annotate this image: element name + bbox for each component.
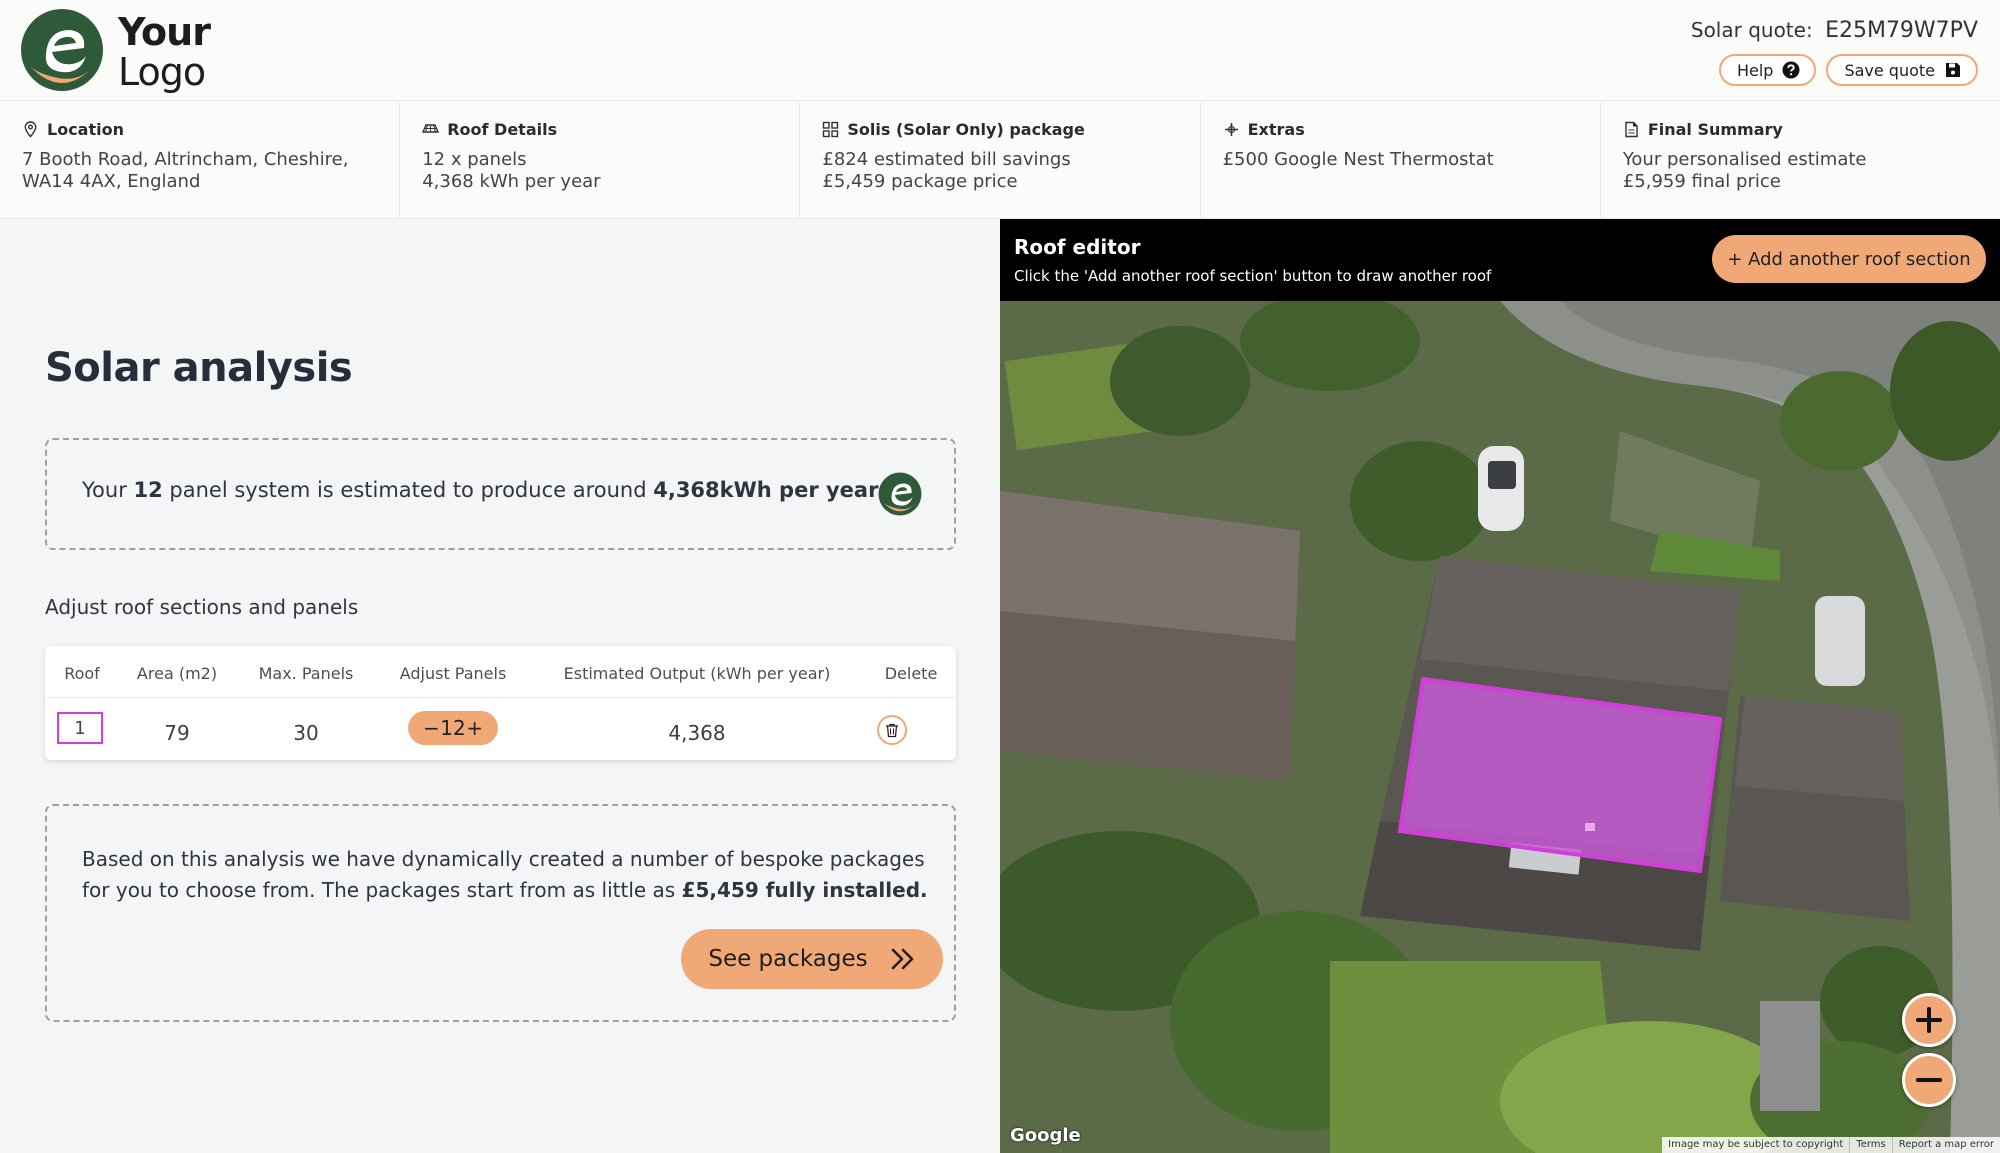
header-actions: Help Save quote xyxy=(1718,54,1978,86)
col-adjust-panels: Adjust Panels xyxy=(399,664,507,683)
save-quote-button[interactable]: Save quote xyxy=(1826,54,1978,86)
floppy-disk-icon xyxy=(1946,63,1960,77)
step-location-title: Location xyxy=(47,120,124,139)
copyright-notice: Image may be subject to copyright xyxy=(1668,1139,1844,1150)
table-header: Roof Area (m2) Max. Panels Adjust Panels… xyxy=(45,646,956,698)
question-circle-icon xyxy=(1782,61,1800,79)
step-location-line-2: WA14 4AX, England xyxy=(22,171,201,192)
logo-line-2: Logo xyxy=(118,50,206,94)
cell-max-panels: 30 xyxy=(293,721,319,745)
roof-icon xyxy=(422,124,440,133)
step-package[interactable]: Solis (Solar Only) package £824 estimate… xyxy=(800,102,1201,218)
panel-count-value: 12 xyxy=(440,716,466,740)
zoom-in-button[interactable] xyxy=(1902,993,1956,1047)
step-location-line-1: 7 Booth Road, Altrincham, Cheshire, xyxy=(22,149,349,170)
document-icon xyxy=(1625,121,1638,138)
zoom-out-button[interactable] xyxy=(1902,1053,1956,1107)
estimate-output: 4,368kWh per year xyxy=(653,478,879,502)
help-label: Help xyxy=(1736,60,1774,80)
delete-roof-button[interactable] xyxy=(877,715,907,745)
save-quote-label: Save quote xyxy=(1844,60,1935,80)
page-title: Solar analysis xyxy=(45,345,353,391)
logo-e-icon xyxy=(21,9,103,91)
col-delete: Delete xyxy=(884,664,938,683)
step-final-summary-line-2: £5,959 final price xyxy=(1622,171,1781,192)
increase-panels-button[interactable]: + xyxy=(466,716,483,740)
step-package-title: Solis (Solar Only) package xyxy=(847,120,1085,139)
quote-code: E25M79W7PV xyxy=(1825,18,1978,43)
step-package-line-1: £824 estimated bill savings xyxy=(822,149,1071,170)
report-map-error-link[interactable]: Report a map error xyxy=(1891,1137,2000,1153)
decrease-panels-button[interactable]: − xyxy=(423,716,440,740)
col-max-panels: Max. Panels xyxy=(258,664,354,683)
roof-editor-instructions: Click the 'Add another roof section' but… xyxy=(1014,267,1492,285)
location-pin-icon xyxy=(24,121,37,138)
step-roof-details-title: Roof Details xyxy=(447,120,558,139)
roof-sections-table: Roof Area (m2) Max. Panels Adjust Panels… xyxy=(45,646,956,760)
grid-icon xyxy=(823,121,839,138)
roof-number-field[interactable]: 1 xyxy=(57,712,103,744)
google-watermark: Google xyxy=(1010,1125,1081,1146)
see-packages-label: See packages xyxy=(708,946,868,972)
col-area: Area (m2) xyxy=(136,664,218,683)
col-estimated-output: Estimated Output (kWh per year) xyxy=(563,664,831,683)
packages-start-price: £5,459 fully installed. xyxy=(681,878,928,902)
logo-line-1: Your xyxy=(118,10,211,54)
step-final-summary[interactable]: Final Summary Your personalised estimate… xyxy=(1601,102,2000,218)
progress-steps: Location 7 Booth Road, Altrincham, Chesh… xyxy=(0,102,2000,219)
map-attribution: Image may be subject to copyright Terms … xyxy=(1662,1137,2000,1153)
add-roof-section-button[interactable]: + Add another roof section xyxy=(1712,235,1986,283)
app-header: Your Logo Solar quote: E25M79W7PV Help S… xyxy=(0,0,2000,101)
quote-reference: Solar quote: E25M79W7PV xyxy=(1691,18,1978,43)
trash-icon xyxy=(886,723,898,738)
step-extras-line-1: £500 Google Nest Thermostat xyxy=(1222,149,1494,170)
step-package-line-2: £5,459 package price xyxy=(822,171,1018,192)
roof-editor-title: Roof editor xyxy=(1014,235,1141,259)
step-final-summary-title: Final Summary xyxy=(1647,120,1783,139)
panel-stepper: − 12 + xyxy=(408,711,498,745)
see-packages-button[interactable]: See packages xyxy=(681,929,943,989)
satellite-map[interactable] xyxy=(1000,301,2000,1153)
logo-e-icon xyxy=(878,472,922,516)
cell-area: 79 xyxy=(164,721,190,745)
step-extras-title: Extras xyxy=(1247,120,1305,139)
col-roof: Roof xyxy=(64,664,100,683)
terms-link[interactable]: Terms xyxy=(1849,1137,1891,1153)
roof-editor-bar: Roof editor Click the 'Add another roof … xyxy=(1000,219,2000,301)
step-extras[interactable]: Extras £500 Google Nest Thermostat xyxy=(1201,102,1601,218)
help-button[interactable]: Help xyxy=(1718,54,1817,86)
step-final-summary-line-1: Your personalised estimate xyxy=(1622,149,1867,170)
estimate-panel-count: 12 xyxy=(133,478,163,502)
step-roof-details-line-2: 4,368 kWh per year xyxy=(422,171,601,192)
step-roof-details[interactable]: Roof Details 12 x panels 4,368 kWh per y… xyxy=(400,102,801,218)
cell-output: 4,368 xyxy=(668,721,726,745)
estimate-summary-text: Your 12 panel system is estimated to pro… xyxy=(82,478,879,502)
quote-label: Solar quote: xyxy=(1690,18,1813,42)
double-chevron-right-icon xyxy=(891,948,913,970)
step-location[interactable]: Location 7 Booth Road, Altrincham, Chesh… xyxy=(0,102,401,218)
packages-info-box: Based on this analysis we have dynamical… xyxy=(45,804,956,1022)
logo-text: Your Logo xyxy=(118,10,211,94)
plus-icon xyxy=(1916,1007,1942,1033)
minus-icon xyxy=(1916,1078,1942,1082)
packages-info-text: Based on this analysis we have dynamical… xyxy=(82,847,928,902)
plus-icon xyxy=(1224,123,1238,136)
estimate-summary-box: Your 12 panel system is estimated to pro… xyxy=(45,438,956,550)
step-roof-details-line-1: 12 x panels xyxy=(422,149,527,170)
solar-analysis-panel: Solar analysis Your 12 panel system is e… xyxy=(0,219,1000,1153)
brand-logo[interactable]: Your Logo xyxy=(20,8,270,94)
adjust-section-title: Adjust roof sections and panels xyxy=(45,595,359,619)
roof-editor-panel: Roof editor Click the 'Add another roof … xyxy=(1000,219,2000,1153)
